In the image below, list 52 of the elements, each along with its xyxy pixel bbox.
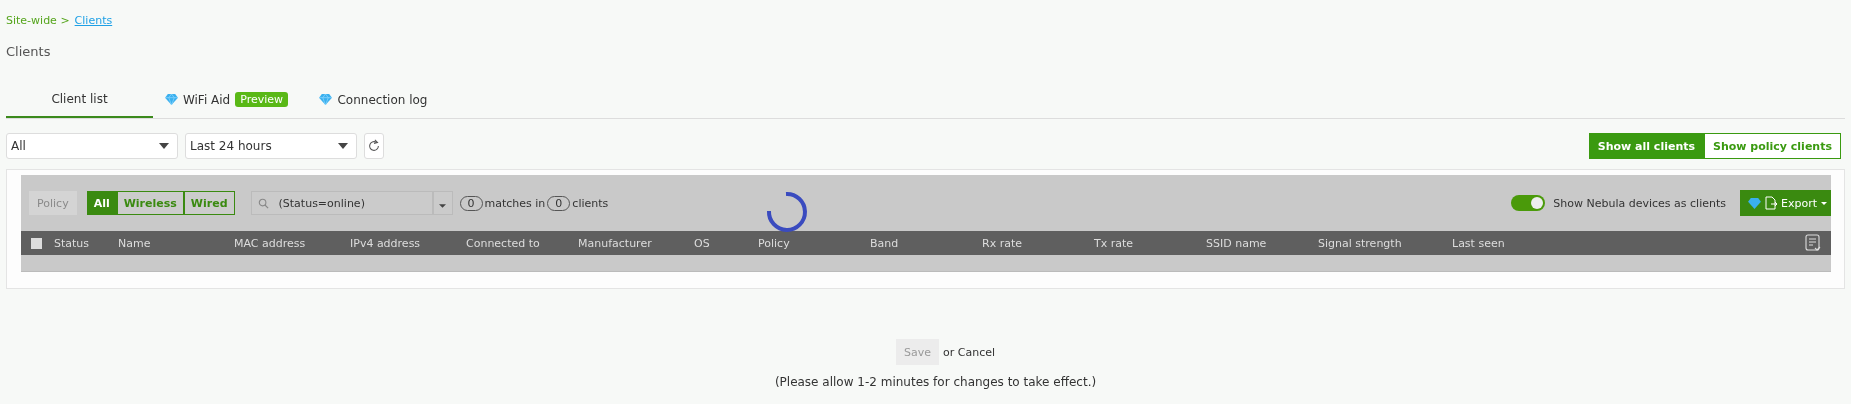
caret-icon (1821, 201, 1827, 205)
page-title: Clients (6, 44, 52, 59)
column-header[interactable]: Name (118, 236, 234, 250)
filter-dropdown[interactable]: All (6, 133, 178, 159)
breadcrumb-link[interactable]: Clients (74, 13, 113, 27)
caret-icon (159, 143, 169, 149)
search-icon (257, 197, 269, 209)
select-all-checkbox[interactable] (31, 237, 42, 249)
diamond-icon (1748, 197, 1761, 209)
toggle-switch[interactable] (1511, 195, 1546, 211)
tab-label: WiFi Aid (182, 92, 231, 107)
tab-label: Connection log (337, 92, 428, 107)
view-button[interactable]: Show policy clients (1704, 133, 1841, 159)
refresh-icon (367, 139, 381, 153)
type-filter-button[interactable]: All (86, 191, 117, 215)
type-filter-button[interactable]: Wired (183, 191, 235, 215)
cancel-link[interactable]: or Cancel (943, 345, 995, 359)
column-header[interactable]: Status (54, 236, 118, 250)
column-header[interactable]: Policy (758, 236, 870, 250)
refresh-button[interactable] (364, 133, 384, 159)
breadcrumb-parent[interactable]: Site-wide > (6, 13, 70, 27)
column-header[interactable]: Tx rate (1094, 236, 1206, 250)
toggle-label: Show Nebula devices as clients (1553, 196, 1726, 210)
tab-label: Client list (51, 91, 108, 106)
view-button[interactable]: Show all clients (1588, 133, 1705, 159)
column-header[interactable]: OS (694, 236, 758, 250)
type-filter-button[interactable]: Wireless (116, 191, 184, 215)
export-file-icon (1765, 196, 1777, 210)
search-field[interactable]: (Status=online) (250, 191, 433, 215)
column-header[interactable]: Rx rate (982, 236, 1094, 250)
clients-label: clients (572, 196, 609, 210)
column-header[interactable]: Connected to (466, 236, 578, 250)
matches-label: matches in (484, 196, 546, 210)
column-chooser-icon[interactable] (1805, 234, 1821, 252)
caret-icon (439, 203, 446, 208)
tab[interactable]: Client list (6, 81, 153, 118)
changes-note: (Please allow 1-2 minutes for changes to take effect.) (774, 375, 1097, 389)
caret-icon (338, 143, 348, 149)
export-button[interactable]: Export (1740, 190, 1831, 216)
column-header[interactable]: SSID name (1206, 236, 1318, 250)
column-header[interactable]: IPv4 address (350, 236, 466, 250)
column-header[interactable]: Band (870, 236, 982, 250)
column-header[interactable]: Signal strength (1318, 236, 1452, 250)
column-header[interactable]: Last seen (1452, 236, 1572, 250)
search-dropdown-button[interactable] (432, 191, 453, 215)
preview-badge: Preview (235, 92, 289, 107)
loading-spinner-icon (766, 191, 810, 235)
column-header[interactable]: Manufacturer (578, 236, 694, 250)
filter-dropdown[interactable]: Last 24 hours (185, 133, 357, 159)
tab[interactable]: WiFi Aid Preview (153, 81, 300, 118)
column-header[interactable]: MAC address (234, 236, 350, 250)
tab[interactable]: Connection log (300, 81, 447, 118)
